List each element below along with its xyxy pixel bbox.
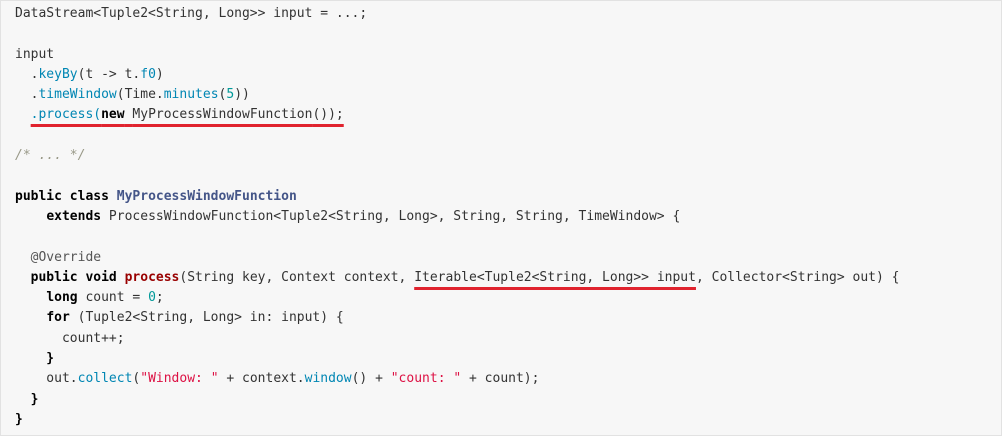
code-line-17: count++; bbox=[15, 329, 899, 349]
code-line-11: extends ProcessWindowFunction<Tuple2<Str… bbox=[15, 207, 899, 227]
keyword-token: public bbox=[30, 269, 78, 285]
field-token: f0 bbox=[140, 66, 156, 82]
code-line-21: } bbox=[15, 410, 899, 430]
code-token: () + bbox=[351, 371, 391, 387]
code-token: (Time. bbox=[116, 87, 164, 103]
code-token: ()); bbox=[312, 107, 344, 123]
code-token: . bbox=[15, 87, 39, 103]
code-block: DataStream<Tuple2<String, Long>> input =… bbox=[0, 0, 1002, 436]
code-token: count++; bbox=[15, 330, 125, 346]
method-token: timeWindow bbox=[38, 87, 117, 103]
method-token: collect bbox=[77, 371, 133, 387]
keyword-token: for bbox=[46, 310, 70, 326]
code-line-13: @Override bbox=[15, 248, 899, 268]
code-token: out. bbox=[15, 371, 78, 387]
code-line-16: for (Tuple2<String, Long> in: input) { bbox=[15, 308, 899, 328]
code-token: . bbox=[15, 66, 39, 82]
method-token: keyBy bbox=[38, 66, 78, 82]
number-token: 5 bbox=[226, 87, 235, 103]
method-name-token: process bbox=[124, 269, 180, 285]
code-line-10: public class MyProcessWindowFunction bbox=[15, 187, 899, 207]
string-token: "count: " bbox=[390, 371, 462, 387]
string-token: "Window: " bbox=[140, 371, 219, 387]
code-line-5: .timeWindow(Time.minutes(5)) bbox=[15, 85, 899, 105]
code-token: count = bbox=[77, 290, 149, 306]
code-line-6: .process(new MyProcessWindowFunction()); bbox=[15, 105, 899, 125]
highlighted-process-call: .process(new MyProcessWindowFunction()); bbox=[31, 107, 344, 122]
code-line-14: public void process(String key, Context … bbox=[15, 268, 900, 288]
code-line-19: out.collect("Window: " + context.window(… bbox=[15, 369, 899, 389]
code-token: ) bbox=[155, 66, 164, 82]
keyword-token: class bbox=[69, 188, 109, 204]
code-line-15: long count = 0; bbox=[15, 288, 899, 308]
code-line-3: input bbox=[15, 45, 899, 65]
comment-token: /* ... */ bbox=[15, 148, 86, 164]
code-token: ProcessWindowFunction<Tuple2<String, Lon… bbox=[101, 208, 681, 224]
code-line-8: /* ... */ bbox=[15, 146, 899, 166]
method-token: window bbox=[304, 371, 352, 387]
number-token: 0 bbox=[148, 290, 156, 306]
keyword-token: void bbox=[85, 269, 117, 285]
code-token: ; bbox=[155, 290, 164, 306]
code-token: + count); bbox=[461, 371, 540, 387]
class-name-token: MyProcessWindowFunction bbox=[116, 188, 297, 204]
keyword-token: extends bbox=[46, 208, 102, 224]
code-line-20: } bbox=[15, 390, 899, 410]
code-token: + context. bbox=[218, 371, 305, 387]
code-token: } bbox=[15, 391, 39, 407]
code-token: (String key, Context context, bbox=[179, 269, 415, 285]
code-token: input bbox=[15, 46, 55, 62]
code-listing: DataStream<Tuple2<String, Long>> input =… bbox=[15, 4, 899, 430]
code-token: } bbox=[15, 411, 23, 427]
keyword-token: public bbox=[15, 188, 62, 204]
class-token: MyProcessWindowFunction bbox=[132, 107, 313, 123]
method-token: minutes bbox=[163, 87, 219, 103]
code-token: } bbox=[15, 351, 55, 367]
code-token: (t -> t. bbox=[77, 66, 141, 82]
code-line-1: DataStream<Tuple2<String, Long>> input =… bbox=[15, 4, 899, 24]
keyword-token: long bbox=[46, 290, 78, 306]
code-token: , Collector<String> out) { bbox=[695, 269, 900, 285]
keyword-token: new bbox=[101, 107, 125, 123]
highlighted-iterable-param: Iterable<Tuple2<String, Long>> input bbox=[414, 269, 696, 285]
code-token: (Tuple2<String, Long> in: input) { bbox=[69, 310, 344, 326]
code-line-18: } bbox=[15, 349, 899, 369]
method-token: .process( bbox=[30, 107, 102, 123]
code-token: DataStream<Tuple2<String, Long>> input =… bbox=[15, 6, 368, 21]
code-token: )) bbox=[234, 87, 250, 103]
code-line-4: .keyBy(t -> t.f0) bbox=[15, 65, 899, 85]
annotation-token: @Override bbox=[15, 249, 102, 265]
